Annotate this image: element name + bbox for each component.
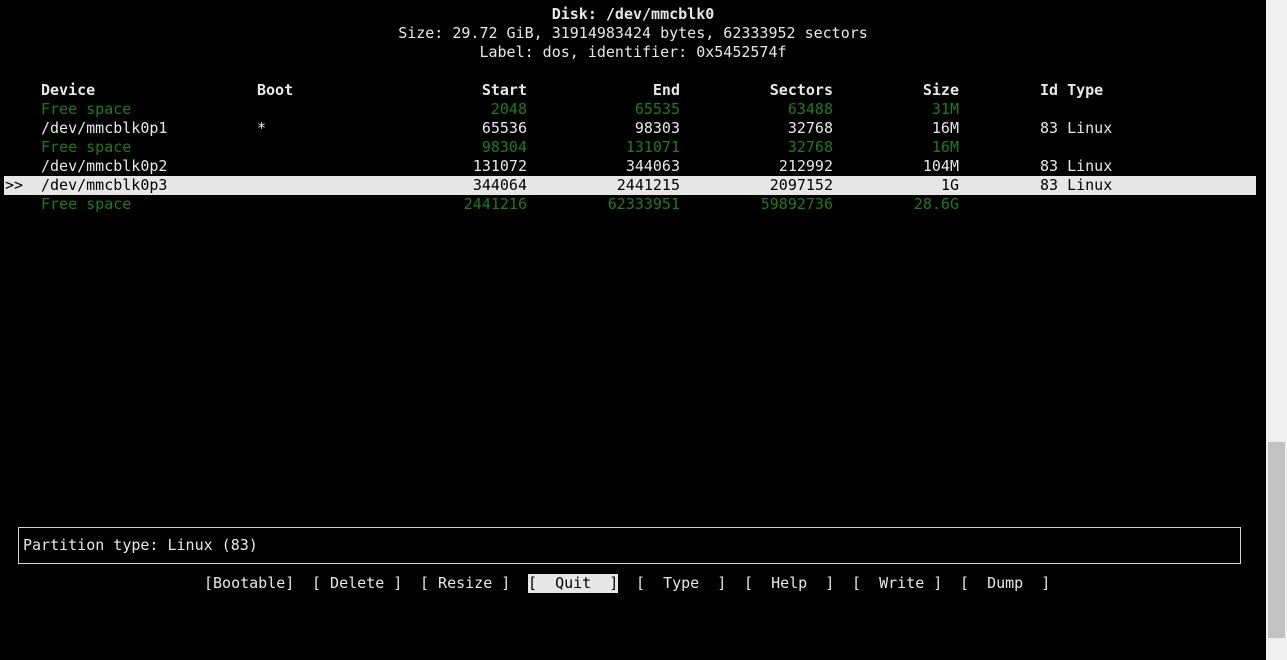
terminal-window: Disk: /dev/mmcblk0 Size: 29.72 GiB, 3191… [0,0,1266,660]
row-size: 31M [931,100,959,118]
row-start: 65536 [481,119,527,137]
row-id-type: 83 Linux [1040,157,1113,175]
row-end: 344063 [625,157,680,175]
row-start: 2441216 [463,195,527,213]
row-device: /dev/mmcblk0p1 [41,119,168,137]
scrollbar-thumb[interactable] [1268,442,1285,638]
partition-type-info: Partition type: Linux (83) [23,536,258,554]
partition-row[interactable]: Free space 2441216 62333951 59892736 28.… [4,195,1256,214]
row-start: 131072 [472,157,527,175]
disk-title: Disk: /dev/mmcblk0 [551,5,715,23]
disk-size-info: Size: 29.72 GiB, 31914983424 bytes, 6233… [398,24,868,42]
row-device: /dev/mmcblk0p3 [41,176,168,194]
column-header-size: Size [922,81,959,99]
column-header-start: Start [481,81,527,99]
row-sectors: 59892736 [760,195,833,213]
column-header-boot: Boot [257,81,294,99]
row-start: 344064 [472,176,527,194]
row-boot: * [257,119,267,137]
type-button[interactable]: [ Type ] [636,574,726,593]
column-header-device: Device [41,81,96,99]
row-end: 98303 [634,119,680,137]
row-sectors: 2097152 [769,176,833,194]
row-device: Free space [41,100,132,118]
action-menu: [Bootable] [ Delete ] [ Resize ] [ Quit … [0,574,1266,593]
row-end: 62333951 [607,195,680,213]
row-id-type: 83 Linux [1040,119,1113,137]
partition-row-selected[interactable]: >> /dev/mmcblk0p3 344064 2441215 2097152… [4,176,1256,195]
row-end: 65535 [634,100,680,118]
row-end: 2441215 [616,176,680,194]
selection-marker: >> [5,176,24,194]
row-sectors: 212992 [778,157,833,175]
column-header-id-type: Id Type [1040,81,1104,99]
quit-button[interactable]: [ Quit ] [528,574,619,593]
write-button[interactable]: [ Write ] [852,574,942,593]
row-sectors: 32768 [787,119,833,137]
row-device: Free space [41,138,132,156]
row-start: 98304 [481,138,527,156]
row-id-type: 83 Linux [1040,176,1113,194]
row-size: 16M [931,119,959,137]
row-size: 16M [931,138,959,156]
disk-label-info: Label: dos, identifier: 0x5452574f [479,43,787,61]
partition-row[interactable]: /dev/mmcblk0p2 131072 344063 212992 104M… [4,157,1256,176]
row-size: 1G [940,176,959,194]
vertical-scrollbar[interactable] [1266,0,1287,660]
bootable-button[interactable]: [Bootable] [204,574,294,593]
row-size: 104M [922,157,959,175]
column-headers: Device Boot Start End Sectors Size Id Ty… [4,81,1256,100]
row-sectors: 63488 [787,100,833,118]
resize-button[interactable]: [ Resize ] [420,574,510,593]
partition-row[interactable]: Free space 98304 131071 32768 16M [4,138,1256,157]
row-device: /dev/mmcblk0p2 [41,157,168,175]
row-start: 2048 [490,100,527,118]
row-end: 131071 [625,138,680,156]
partition-row[interactable]: Free space 2048 65535 63488 31M [4,100,1256,119]
partition-info-box: Partition type: Linux (83) [18,527,1241,564]
delete-button[interactable]: [ Delete ] [312,574,402,593]
column-header-sectors: Sectors [769,81,833,99]
help-button[interactable]: [ Help ] [744,574,834,593]
partition-row[interactable]: /dev/mmcblk0p1 * 65536 98303 32768 16M 8… [4,119,1256,138]
row-size: 28.6G [913,195,959,213]
column-header-end: End [652,81,680,99]
dump-button[interactable]: [ Dump ] [960,574,1050,593]
row-sectors: 32768 [787,138,833,156]
row-device: Free space [41,195,132,213]
